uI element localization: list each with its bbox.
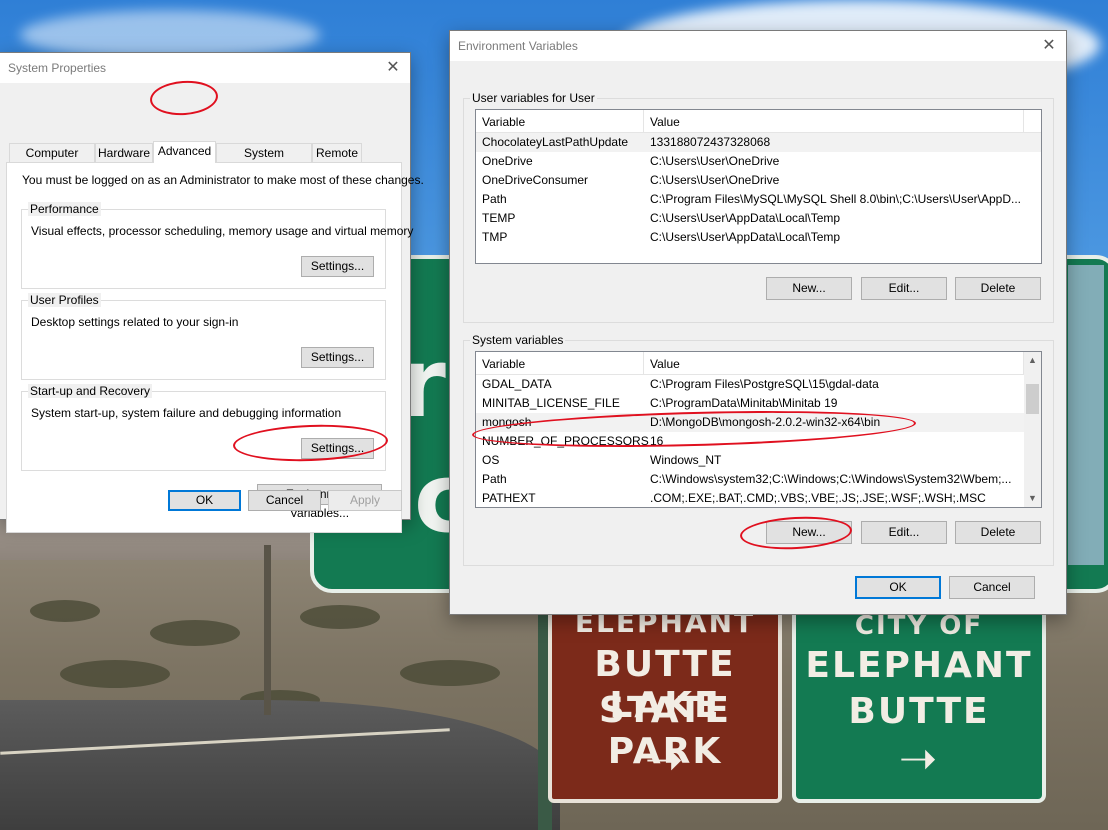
variable-name-cell: TMP bbox=[482, 230, 508, 244]
variable-value-cell: C:\Users\User\OneDrive bbox=[650, 154, 780, 168]
variable-name-cell: Path bbox=[482, 472, 507, 486]
chevron-down-icon[interactable]: ▼ bbox=[1024, 490, 1041, 507]
variable-name-cell: OS bbox=[482, 453, 500, 467]
variable-value-cell: C:\Users\User\AppData\Local\Temp bbox=[650, 211, 841, 225]
shrub bbox=[60, 660, 170, 688]
ok-button[interactable]: OK bbox=[855, 576, 941, 599]
performance-description: Visual effects, processor scheduling, me… bbox=[31, 224, 414, 238]
shrub bbox=[400, 660, 500, 686]
close-icon[interactable]: ✕ bbox=[1038, 35, 1060, 57]
variable-name-cell: MINITAB_LICENSE_FILE bbox=[482, 396, 620, 410]
table-row[interactable]: GDAL_DATA C:\Program Files\PostgreSQL\15\… bbox=[476, 375, 1024, 394]
column-header-value[interactable]: Value bbox=[644, 110, 1024, 132]
green-sign-line-2: ELEPHANT bbox=[805, 645, 1033, 686]
tab-computer-name[interactable]: Computer Name bbox=[9, 143, 95, 178]
startup-recovery-description: System start-up, system failure and debu… bbox=[31, 406, 342, 420]
sign-pole bbox=[264, 545, 271, 715]
arrow-right-icon: ➝ bbox=[644, 732, 686, 786]
user-profiles-description: Desktop settings related to your sign-in bbox=[31, 315, 239, 329]
table-row[interactable]: TMP C:\Users\User\AppData\Local\Temp bbox=[476, 228, 1041, 247]
variable-name-cell: Path bbox=[482, 192, 507, 206]
variable-value-cell: .COM;.EXE;.BAT;.CMD;.VBS;.VBE;.JS;.JSE;.… bbox=[650, 491, 986, 505]
green-sign-line-1: CITY OF bbox=[854, 611, 984, 641]
variable-name-cell: GDAL_DATA bbox=[482, 377, 552, 391]
scrollbar-thumb[interactable] bbox=[1026, 384, 1039, 414]
shrub bbox=[300, 605, 380, 629]
dialog-title: Environment Variables bbox=[458, 39, 578, 53]
variable-name-cell: PATHEXT bbox=[482, 491, 536, 505]
table-row[interactable]: Path C:\Windows\system32;C:\Windows;C:\Wi… bbox=[476, 470, 1024, 489]
user-new-button[interactable]: New... bbox=[766, 277, 852, 300]
user-delete-button[interactable]: Delete bbox=[955, 277, 1041, 300]
chevron-up-icon[interactable]: ▲ bbox=[1024, 352, 1041, 369]
admin-notice: You must be logged on as an Administrato… bbox=[22, 173, 424, 187]
list-header: Variable Value bbox=[476, 110, 1041, 133]
table-row[interactable]: ChocolateyLastPathUpdate 1331880724373280… bbox=[476, 133, 1041, 152]
apply-button[interactable]: Apply bbox=[328, 490, 402, 511]
column-header-value[interactable]: Value bbox=[644, 352, 1024, 374]
tab-hardware[interactable]: Hardware bbox=[95, 143, 153, 162]
user-variables-group: User variables for User Variable Value C… bbox=[463, 91, 1054, 323]
dialog-title: System Properties bbox=[8, 61, 107, 75]
title-bar[interactable]: System Properties ✕ bbox=[0, 53, 410, 83]
sign-edge bbox=[1068, 265, 1104, 565]
variable-value-cell: 133188072437328068 bbox=[650, 135, 771, 149]
tab-system-protection[interactable]: System Protection bbox=[216, 143, 312, 178]
tab-remote[interactable]: Remote bbox=[312, 143, 362, 162]
city-sign: CITY OF ELEPHANT BUTTE ➝ bbox=[792, 605, 1046, 803]
variable-value-cell: C:\Users\User\AppData\Local\Temp bbox=[650, 230, 841, 244]
cancel-button[interactable]: Cancel bbox=[949, 576, 1035, 599]
startup-recovery-label: Start-up and Recovery bbox=[28, 384, 153, 398]
user-profiles-settings-button[interactable]: Settings... bbox=[301, 347, 374, 368]
cancel-button[interactable]: Cancel bbox=[248, 490, 321, 511]
variable-name-cell: OneDriveConsumer bbox=[482, 173, 589, 187]
user-profiles-label: User Profiles bbox=[28, 293, 101, 307]
vertical-scrollbar[interactable]: ▲ ▼ bbox=[1024, 352, 1041, 507]
table-row[interactable]: Path C:\Program Files\MySQL\MySQL Shell 8… bbox=[476, 190, 1041, 209]
tab-advanced[interactable]: Advanced bbox=[153, 141, 216, 163]
variable-value-cell: C:\Windows\system32;C:\Windows;C:\Window… bbox=[650, 472, 1012, 486]
variable-name-cell: TEMP bbox=[482, 211, 516, 225]
shrub bbox=[30, 600, 100, 622]
table-row[interactable]: TEMP C:\Users\User\AppData\Local\Temp bbox=[476, 209, 1041, 228]
variable-value-cell: C:\Users\User\OneDrive bbox=[650, 173, 780, 187]
user-variables-list[interactable]: Variable Value ChocolateyLastPathUpdate 1… bbox=[475, 109, 1042, 264]
variable-value-cell: C:\Program Files\MySQL\MySQL Shell 8.0\b… bbox=[650, 192, 1021, 206]
system-edit-button[interactable]: Edit... bbox=[861, 521, 947, 544]
close-icon[interactable]: ✕ bbox=[382, 57, 404, 79]
user-variables-label: User variables for User bbox=[470, 91, 597, 105]
variable-value-cell: C:\Program Files\PostgreSQL\15\gdal-data bbox=[650, 377, 879, 391]
annotation-circle bbox=[148, 78, 220, 118]
user-edit-button[interactable]: Edit... bbox=[861, 277, 947, 300]
performance-label: Performance bbox=[28, 202, 101, 216]
variable-name-cell: ChocolateyLastPathUpdate bbox=[482, 135, 629, 149]
table-row[interactable]: OneDriveConsumer C:\Users\User\OneDrive bbox=[476, 171, 1041, 190]
system-properties-dialog: System Properties ✕ Computer Name Hardwa… bbox=[0, 52, 424, 533]
table-row[interactable]: OS Windows_NT bbox=[476, 451, 1024, 470]
table-row[interactable]: OneDrive C:\Users\User\OneDrive bbox=[476, 152, 1041, 171]
column-header-variable[interactable]: Variable bbox=[476, 110, 644, 132]
title-bar[interactable]: Environment Variables ✕ bbox=[450, 31, 1066, 61]
list-header: Variable Value bbox=[476, 352, 1041, 375]
column-header-variable[interactable]: Variable bbox=[476, 352, 644, 374]
environment-variables-dialog: Environment Variables ✕ User variables f… bbox=[449, 30, 1067, 615]
performance-group: Performance Visual effects, processor sc… bbox=[21, 202, 413, 289]
green-sign-line-3: BUTTE bbox=[848, 691, 990, 732]
variable-value-cell: Windows_NT bbox=[650, 453, 722, 467]
user-profiles-group: User Profiles Desktop settings related t… bbox=[21, 293, 386, 380]
state-park-sign: ELEPHANT BUTTE LAKE STATE PARK ➝ bbox=[548, 600, 782, 803]
arrow-right-icon: ➝ bbox=[898, 731, 940, 785]
ok-button[interactable]: OK bbox=[168, 490, 241, 511]
variable-name-cell: OneDrive bbox=[482, 154, 533, 168]
shrub bbox=[150, 620, 240, 646]
system-delete-button[interactable]: Delete bbox=[955, 521, 1041, 544]
tab-panel-advanced: You must be logged on as an Administrato… bbox=[6, 162, 424, 533]
performance-settings-button[interactable]: Settings... bbox=[301, 256, 374, 277]
table-row[interactable]: PATHEXT .COM;.EXE;.BAT;.CMD;.VBS;.VBE;.JS… bbox=[476, 489, 1024, 507]
system-variables-label: System variables bbox=[470, 333, 566, 347]
